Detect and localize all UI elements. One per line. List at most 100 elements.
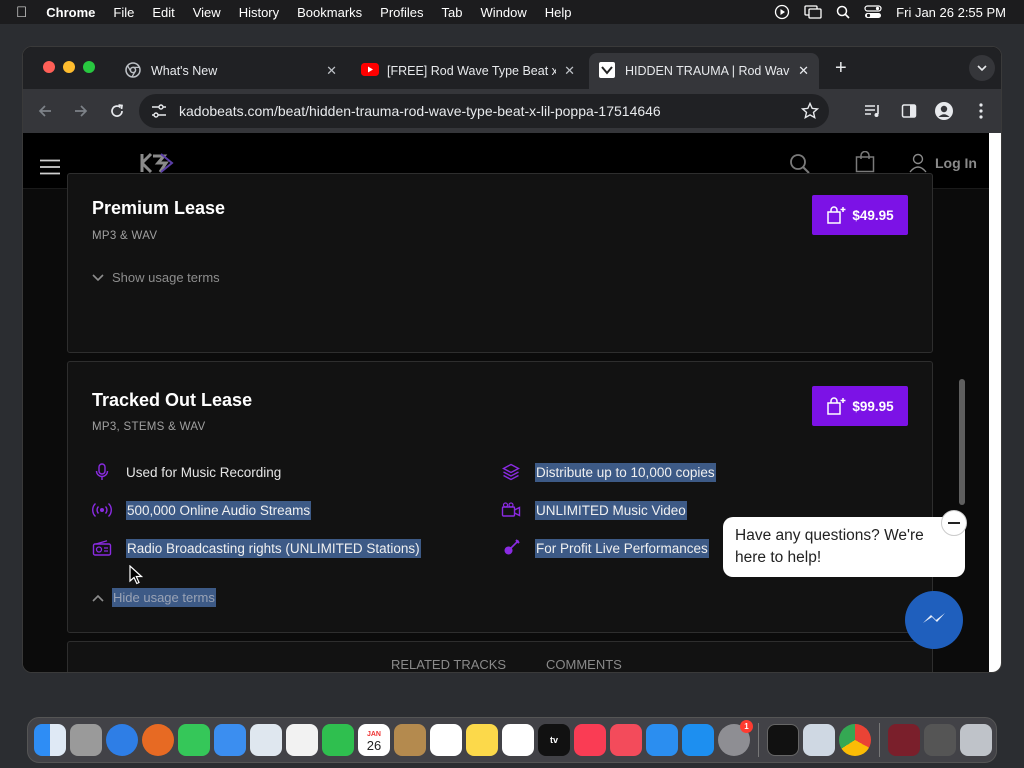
- mail-icon[interactable]: [214, 724, 246, 756]
- minimize-window-button[interactable]: [63, 61, 75, 73]
- menu-history[interactable]: History: [230, 5, 288, 20]
- news-icon[interactable]: [610, 724, 642, 756]
- tab-comments[interactable]: COMMENTS: [546, 657, 622, 672]
- menu-profiles[interactable]: Profiles: [371, 5, 432, 20]
- broadcast-icon: [92, 500, 112, 520]
- add-to-cart-button[interactable]: $99.95: [812, 386, 908, 426]
- apple-tv-label: tv: [549, 735, 558, 745]
- launchpad-icon[interactable]: [70, 724, 102, 756]
- bookmark-star-icon[interactable]: [800, 101, 820, 123]
- system-settings-icon[interactable]: 1: [718, 720, 753, 756]
- hide-usage-terms-toggle[interactable]: Hide usage terms: [92, 588, 216, 607]
- dock: JAN 26 tv 1: [27, 717, 997, 763]
- messenger-chat-button[interactable]: [905, 591, 963, 649]
- zoom-window-button[interactable]: [83, 61, 95, 73]
- chat-dismiss-button[interactable]: [941, 510, 967, 536]
- tab-title: What's New: [151, 64, 218, 78]
- more-menu-icon[interactable]: [969, 99, 993, 123]
- page-content: Log In Premium Lease MP3 & WAV $49.95 Sh…: [23, 133, 989, 672]
- safari-icon[interactable]: [106, 724, 138, 756]
- cart-plus-icon: [826, 206, 846, 224]
- photos-icon[interactable]: [286, 724, 318, 756]
- menu-edit[interactable]: Edit: [143, 5, 183, 20]
- tab-close-icon[interactable]: ✕: [798, 63, 809, 79]
- messages-icon[interactable]: [178, 724, 210, 756]
- price: $99.95: [852, 398, 894, 414]
- tab-youtube[interactable]: [FREE] Rod Wave Type Beat x ✕: [351, 53, 585, 89]
- tab-close-icon[interactable]: ✕: [564, 63, 575, 79]
- finder-icon[interactable]: [34, 724, 66, 756]
- reminders-icon[interactable]: [430, 724, 462, 756]
- terminal-icon[interactable]: [767, 724, 799, 756]
- menu-tab[interactable]: Tab: [433, 5, 472, 20]
- control-center-icon[interactable]: [864, 5, 882, 19]
- reload-icon[interactable]: [105, 99, 129, 123]
- back-arrow-icon[interactable]: [33, 99, 57, 123]
- license-formats: MP3 & WAV: [92, 230, 158, 242]
- video-camera-icon: [501, 500, 521, 520]
- app-store-icon[interactable]: [682, 724, 714, 756]
- menu-app-name[interactable]: Chrome: [37, 5, 104, 20]
- menu-file[interactable]: File: [104, 5, 143, 20]
- login-button[interactable]: Log In: [909, 153, 977, 173]
- hamburger-menu-icon[interactable]: [39, 159, 61, 180]
- radio-icon: [92, 538, 112, 558]
- tab-search-button[interactable]: [969, 55, 995, 81]
- usage-term: 500,000 Online Audio Streams: [92, 500, 312, 520]
- menu-window[interactable]: Window: [472, 5, 536, 20]
- search-icon[interactable]: [836, 5, 850, 19]
- tab-hidden-trauma[interactable]: HIDDEN TRAUMA | Rod Wave ✕: [589, 53, 819, 89]
- wine-icon[interactable]: [888, 724, 920, 756]
- media-controls-icon[interactable]: [861, 99, 885, 123]
- apple-menu-icon[interactable]: : [0, 4, 37, 21]
- window-manager-icon[interactable]: [924, 724, 956, 756]
- site-info-icon[interactable]: [151, 104, 167, 118]
- page-scrollbar[interactable]: [959, 379, 965, 505]
- tab-close-icon[interactable]: ✕: [326, 63, 337, 79]
- layers-icon: [501, 462, 521, 482]
- screen-mirroring-icon[interactable]: [804, 5, 822, 19]
- chrome-icon: [125, 61, 141, 81]
- freeform-icon[interactable]: [502, 724, 534, 756]
- new-tab-button[interactable]: +: [835, 57, 847, 80]
- menu-help[interactable]: Help: [536, 5, 581, 20]
- apple-tv-icon[interactable]: tv: [538, 724, 570, 756]
- tab-related-tracks[interactable]: RELATED TRACKS: [391, 657, 506, 672]
- close-window-button[interactable]: [43, 61, 55, 73]
- trash-icon[interactable]: [960, 724, 992, 756]
- chat-popup[interactable]: Have any questions? We're here to help!: [723, 517, 965, 577]
- maps-icon[interactable]: [250, 724, 282, 756]
- music-icon[interactable]: [574, 724, 606, 756]
- menu-bookmarks[interactable]: Bookmarks: [288, 5, 371, 20]
- menu-view[interactable]: View: [184, 5, 230, 20]
- firefox-icon[interactable]: [142, 724, 174, 756]
- calendar-icon[interactable]: JAN 26: [358, 724, 390, 756]
- profile-avatar-icon[interactable]: [932, 99, 956, 123]
- chrome-icon[interactable]: [839, 724, 871, 756]
- usage-term-text: 500,000 Online Audio Streams: [126, 500, 312, 520]
- tab-whats-new[interactable]: What's New ✕: [115, 53, 347, 89]
- address-bar[interactable]: kadobeats.com/beat/hidden-trauma-rod-wav…: [139, 94, 829, 128]
- microphone-icon: [92, 462, 112, 482]
- chevron-up-icon: [92, 594, 104, 602]
- url-text[interactable]: kadobeats.com/beat/hidden-trauma-rod-wav…: [179, 103, 661, 119]
- notes-icon[interactable]: [466, 724, 498, 756]
- add-to-cart-button[interactable]: $49.95: [812, 195, 908, 235]
- facetime-icon[interactable]: [322, 724, 354, 756]
- dock-separator: [879, 723, 880, 757]
- cart-plus-icon: [826, 397, 846, 415]
- virtualbox-icon[interactable]: [803, 724, 835, 756]
- play-status-icon[interactable]: [774, 4, 790, 20]
- menu-clock[interactable]: Fri Jan 26 2:55 PM: [896, 5, 1006, 20]
- forward-arrow-icon[interactable]: [69, 99, 93, 123]
- chat-message: Have any questions? We're here to help!: [735, 527, 924, 566]
- toggle-label: Show usage terms: [112, 270, 220, 285]
- license-title: Premium Lease: [92, 198, 226, 218]
- usage-term-text: Used for Music Recording: [126, 464, 282, 480]
- show-usage-terms-toggle[interactable]: Show usage terms: [92, 270, 220, 285]
- side-panel-icon[interactable]: [897, 99, 921, 123]
- keynote-icon[interactable]: [646, 724, 678, 756]
- contacts-icon[interactable]: [394, 724, 426, 756]
- usage-term-text: For Profit Live Performances: [535, 538, 709, 558]
- usage-term: For Profit Live Performances: [501, 538, 709, 558]
